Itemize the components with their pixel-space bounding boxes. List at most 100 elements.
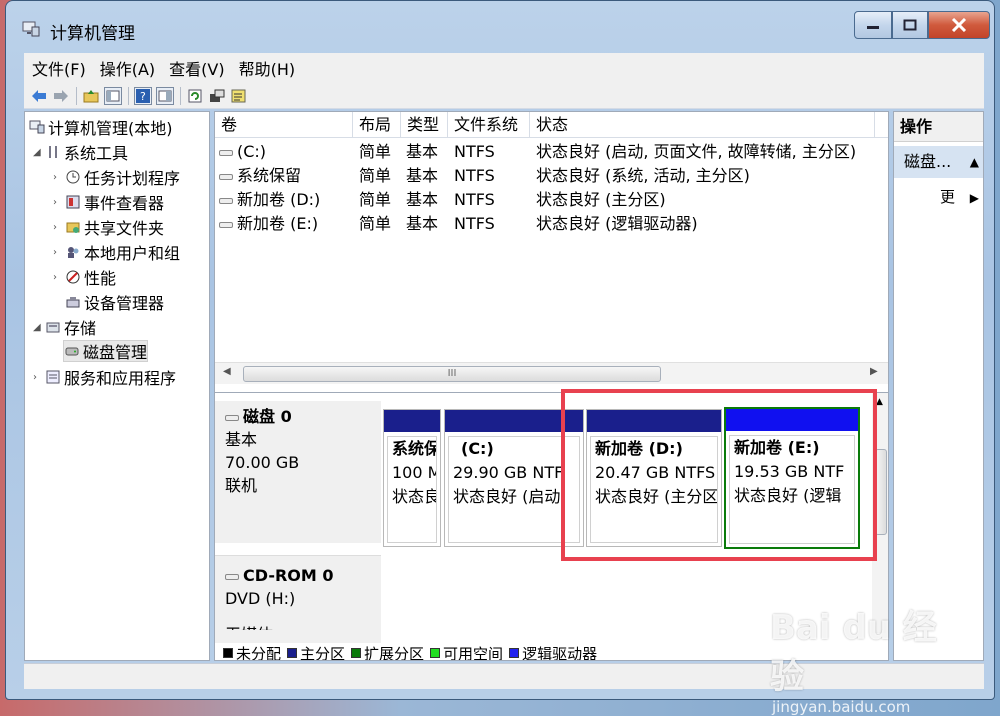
volume-row[interactable]: 新加卷 (D:) 简单 基本 NTFS 状态良好 (主分区) [215, 188, 888, 212]
menu-bar: 文件(F) 操作(A) 查看(V) 帮助(H) [24, 53, 984, 83]
menu-file[interactable]: 文件(F) [32, 56, 86, 80]
close-button[interactable] [928, 11, 990, 39]
tree-item-label: 设备管理器 [84, 294, 165, 313]
tree-item-task-scheduler[interactable]: › 任务计划程序 [53, 166, 180, 188]
console-tree: 计算机管理(本地) ◢ 系统工具 › 任务计划程序 › 事件查看器 › 共享文件… [24, 111, 210, 661]
minimize-button[interactable] [854, 11, 892, 39]
partition-type-bar [384, 410, 440, 432]
drive-icon [219, 197, 233, 204]
settings-button[interactable] [208, 87, 226, 105]
scroll-right-icon[interactable]: ▶ [870, 366, 878, 377]
drive-icon [219, 221, 233, 228]
legend-label: 扩展分区 [364, 644, 425, 661]
back-button[interactable] [30, 87, 48, 105]
disk-size: 70.00 GB [225, 453, 300, 472]
column-header-type[interactable]: 类型 [401, 112, 448, 138]
column-header-filesystem[interactable]: 文件系统 [448, 112, 530, 138]
tree-item-local-users[interactable]: › 本地用户和组 [53, 241, 180, 263]
help-button[interactable]: ? [134, 86, 152, 105]
more-actions-label: 更 [940, 188, 956, 206]
volume-list-horizontal-scrollbar[interactable]: ◀ III ▶ [215, 362, 888, 384]
toolbar-separator [180, 86, 181, 105]
clock-icon [65, 169, 81, 185]
submenu-arrow-icon: ▶ [969, 191, 980, 205]
column-header-layout[interactable]: 布局 [353, 112, 401, 138]
maximize-button[interactable] [892, 11, 928, 39]
tree-item-services-apps[interactable]: › 服务和应用程序 [33, 366, 176, 388]
tree-item-computer-management[interactable]: 计算机管理(本地) [29, 116, 173, 138]
tree-item-performance[interactable]: › 性能 [53, 266, 116, 288]
watermark-logo: Bai du 经验 [770, 608, 937, 697]
tree-item-storage[interactable]: ◢ 存储 [33, 316, 96, 338]
actions-section-disk-management[interactable]: 磁盘... ▲ [894, 146, 983, 178]
actions-section-label: 磁盘... [904, 152, 952, 171]
collapsed-arrow-icon[interactable]: › [53, 272, 65, 283]
refresh-button[interactable] [186, 87, 204, 105]
tree-item-system-tools[interactable]: ◢ 系统工具 [33, 141, 128, 163]
export-button[interactable] [230, 87, 248, 105]
collapse-up-icon[interactable]: ▲ [970, 146, 979, 178]
show-hide-tree-button[interactable] [104, 86, 122, 105]
tree-item-event-viewer[interactable]: › 事件查看器 [53, 191, 164, 213]
menu-help[interactable]: 帮助(H) [239, 56, 296, 80]
volume-row[interactable]: 系统保留 简单 基本 NTFS 状态良好 (系统, 活动, 主分区) [215, 164, 888, 188]
volume-filesystem: NTFS [454, 190, 495, 209]
volume-type: 基本 [406, 166, 439, 185]
scroll-up-icon[interactable]: ▲ [876, 397, 883, 407]
more-actions-item[interactable]: 更 ▶ [894, 184, 983, 210]
tree-item-device-manager[interactable]: 设备管理器 [65, 291, 164, 313]
volume-filesystem: NTFS [454, 214, 495, 233]
volume-name: 系统保留 [237, 166, 302, 185]
volume-status: 状态良好 (逻辑驱动器) [536, 214, 698, 233]
folder-up-icon [83, 89, 99, 102]
menu-view[interactable]: 查看(V) [169, 56, 224, 80]
forward-button[interactable] [52, 87, 70, 105]
back-arrow-icon [32, 89, 46, 102]
tree-item-shared-folders[interactable]: › 共享文件夹 [53, 216, 164, 238]
volume-and-disk-view: 卷 布局 类型 文件系统 状态 (C:) 简单 基本 NTFS 状态良好 (启动… [214, 111, 889, 661]
volume-layout: 简单 [359, 214, 392, 233]
expanded-arrow-icon[interactable]: ◢ [33, 147, 45, 158]
legend-swatch-logical [509, 648, 520, 658]
tree-item-label: 性能 [84, 269, 117, 288]
window-controls [854, 11, 990, 39]
collapsed-arrow-icon[interactable]: › [53, 172, 65, 183]
users-icon [65, 244, 81, 260]
disk-0-label[interactable]: 磁盘 0 基本 70.00 GB 联机 [215, 401, 381, 543]
volume-layout: 简单 [359, 190, 392, 209]
volume-status: 状态良好 (主分区) [536, 190, 666, 209]
partition-system-reserved[interactable]: 系统保 100 M 状态良 [383, 409, 441, 547]
refresh-icon [188, 89, 202, 102]
svg-text:?: ? [140, 90, 146, 103]
collapsed-arrow-icon[interactable]: › [53, 247, 65, 258]
column-header-status[interactable]: 状态 [530, 112, 875, 138]
storage-icon [45, 319, 61, 335]
properties-button[interactable] [156, 86, 174, 105]
partition-name: 系统保 [392, 439, 437, 458]
drive-icon [219, 149, 233, 156]
scroll-left-icon[interactable]: ◀ [223, 366, 231, 377]
up-level-button[interactable] [82, 87, 100, 105]
column-header-volume[interactable]: 卷 [215, 112, 353, 138]
volume-row[interactable]: 新加卷 (E:) 简单 基本 NTFS 状态良好 (逻辑驱动器) [215, 212, 888, 236]
cdrom-0-label[interactable]: CD-ROM 0 DVD (H:) 无媒体 [215, 555, 381, 643]
volume-row[interactable]: (C:) 简单 基本 NTFS 状态良好 (启动, 页面文件, 故障转储, 主分… [215, 140, 888, 164]
tree-item-label: 本地用户和组 [84, 244, 181, 263]
legend-label: 未分配 [236, 644, 282, 661]
expanded-arrow-icon[interactable]: ◢ [33, 322, 45, 333]
computer-management-icon [22, 21, 40, 37]
collapsed-arrow-icon[interactable]: › [53, 222, 65, 233]
help-icon: ? [136, 88, 150, 103]
tree-item-disk-management[interactable]: 磁盘管理 [63, 340, 149, 362]
hard-disk-icon [225, 414, 239, 421]
title-bar[interactable]: 计算机管理 [6, 1, 994, 53]
collapsed-arrow-icon[interactable]: › [53, 197, 65, 208]
properties-icon [158, 90, 172, 101]
menu-action[interactable]: 操作(A) [100, 56, 155, 80]
shared-folder-icon [65, 219, 81, 235]
actions-title: 操作 [894, 112, 983, 142]
scrollbar-thumb[interactable]: III [243, 366, 661, 382]
legend-swatch-unallocated [223, 648, 233, 658]
tree-item-label: 系统工具 [64, 144, 129, 163]
collapsed-arrow-icon[interactable]: › [33, 372, 45, 383]
